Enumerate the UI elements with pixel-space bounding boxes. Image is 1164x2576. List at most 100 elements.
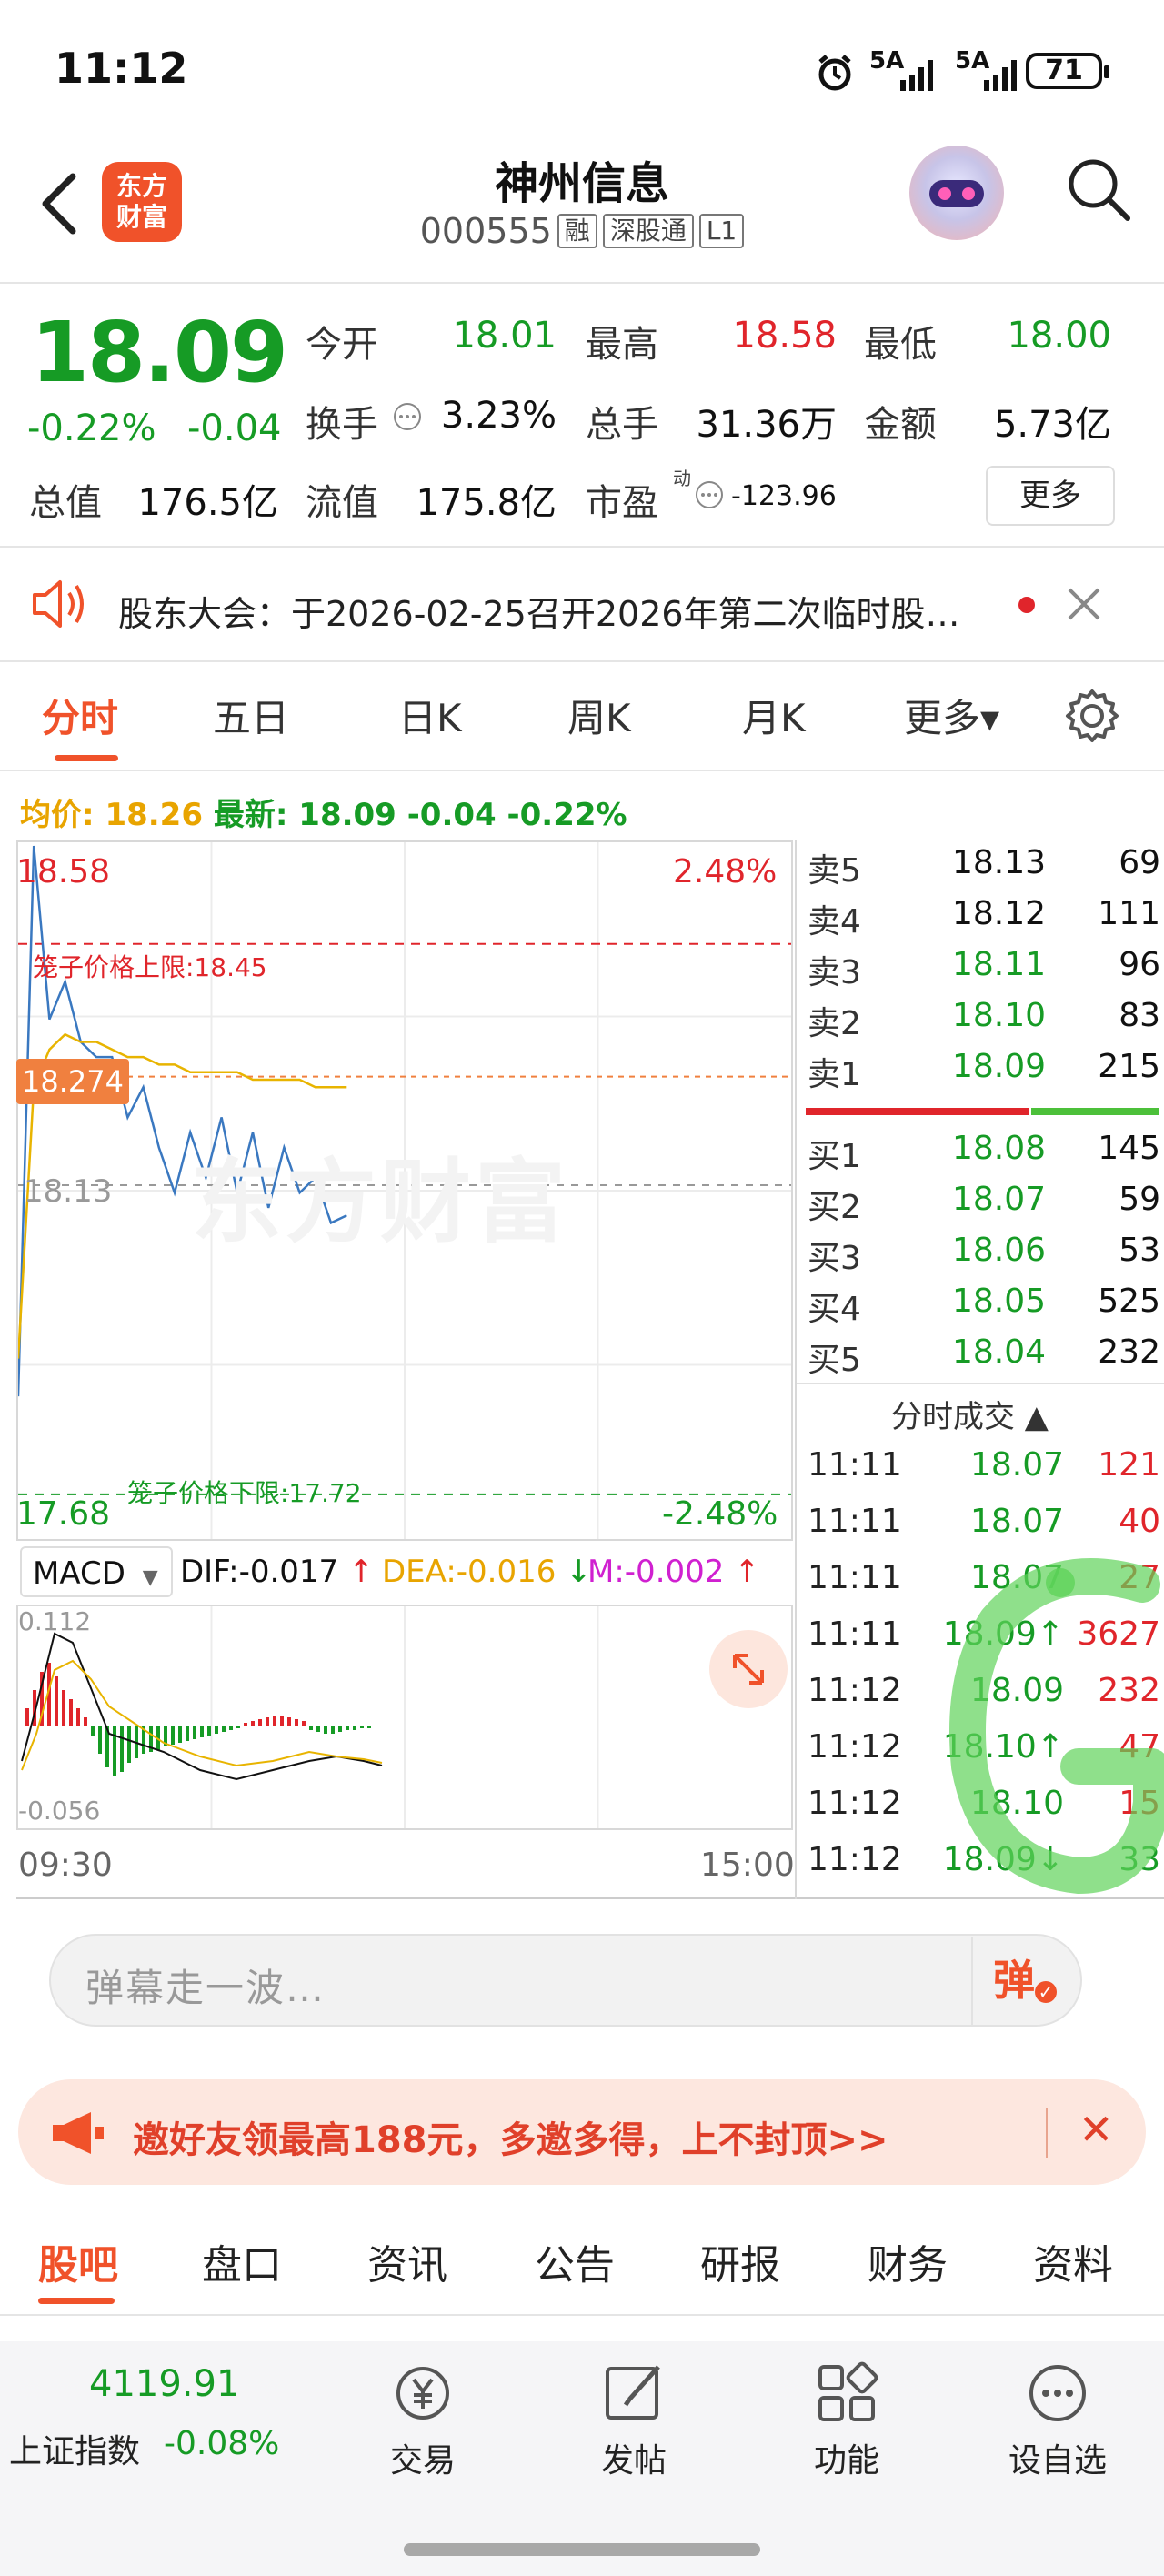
- divider: [797, 1383, 1164, 1384]
- bid-volume: 145: [1098, 1130, 1160, 1167]
- info-dots-icon[interactable]: [393, 402, 422, 431]
- check-icon: ✓: [1035, 1981, 1057, 2003]
- ask-level-label: 卖4: [808, 903, 861, 941]
- dock-trade-label[interactable]: 交易: [366, 2434, 480, 2481]
- post-edit-icon[interactable]: [602, 2361, 667, 2425]
- home-indicator[interactable]: [404, 2543, 760, 2556]
- tab-announcements[interactable]: 公告: [535, 2232, 615, 2290]
- bid-row[interactable]: 买2 18.07 59: [0, 1181, 1164, 1232]
- ask-price: 18.11: [951, 946, 1046, 983]
- tab-profile[interactable]: 资料: [1033, 2232, 1113, 2290]
- last-label: 最新:: [213, 797, 288, 833]
- floating-assistant-g-icon[interactable]: [942, 1557, 1164, 1903]
- tab-daily-k[interactable]: 日K: [398, 688, 462, 743]
- level-tag: L1: [698, 214, 745, 248]
- tab-weekly-k[interactable]: 周K: [567, 688, 631, 743]
- megaphone-icon: [53, 2112, 104, 2154]
- divider: [0, 546, 1164, 548]
- ask-row[interactable]: 卖2 18.10 83: [0, 997, 1164, 1048]
- last-value: 18.09: [298, 797, 396, 833]
- order-book: 卖5 18.13 69 卖4 18.12 111 卖3 18.11 96 卖2 …: [0, 840, 1164, 1386]
- trades-title[interactable]: 分时成交 ▲: [891, 1392, 1049, 1436]
- trade-row: 11:11 18.07 40: [0, 1503, 1164, 1554]
- speaker-icon: [33, 580, 84, 628]
- bid-row[interactable]: 买5 18.04 232: [0, 1333, 1164, 1384]
- buy-sell-ratio-bar-green: [1031, 1108, 1159, 1115]
- trade-yen-icon[interactable]: [386, 2361, 460, 2425]
- tab-more[interactable]: 更多▾: [904, 688, 999, 743]
- ask-row[interactable]: 卖5 18.13 69: [0, 844, 1164, 895]
- float-label: 流值: [306, 482, 378, 524]
- turnover-value: 3.23%: [440, 395, 557, 437]
- tab-monthly-k[interactable]: 月K: [742, 688, 806, 743]
- battery-indicator: 71: [1026, 53, 1109, 89]
- danmaku-send-label: 弹: [993, 1956, 1035, 2005]
- last-change-pct: -0.22%: [507, 797, 627, 833]
- divider: [0, 660, 1164, 662]
- banner-text: 邀好友领最高188元，多邀多得，上不封顶>>: [133, 2119, 888, 2161]
- bid-price: 18.07: [951, 1181, 1046, 1218]
- ask-row[interactable]: 卖3 18.11 96: [0, 946, 1164, 997]
- tab-research[interactable]: 研报: [700, 2232, 780, 2290]
- danmaku-send-button[interactable]: 弹 ✓: [973, 1939, 1077, 2021]
- tab-finance[interactable]: 财务: [868, 2232, 948, 2290]
- high-value: 18.58: [732, 315, 837, 357]
- index-value[interactable]: 4119.91: [89, 2363, 239, 2405]
- bid-price: 18.04: [951, 1333, 1046, 1371]
- tab-guba[interactable]: 股吧: [38, 2232, 118, 2290]
- dock-function-label[interactable]: 功能: [789, 2434, 904, 2481]
- danmaku-input[interactable]: 弹幕走一波…: [85, 1957, 326, 2013]
- info-dots-icon[interactable]: [695, 480, 724, 509]
- more-button[interactable]: 更多: [986, 466, 1115, 526]
- trade-time: 11:11: [808, 1503, 902, 1540]
- index-name[interactable]: 上证指数: [9, 2425, 140, 2472]
- tab-five-day[interactable]: 五日: [213, 688, 289, 743]
- amount-value: 5.73亿: [993, 404, 1111, 446]
- bid-row[interactable]: 买1 18.08 145: [0, 1130, 1164, 1181]
- assistant-robot-icon[interactable]: [909, 146, 1004, 240]
- clock: 11:12: [55, 44, 188, 93]
- more-dots-circle-icon[interactable]: [1026, 2361, 1089, 2425]
- bid-volume: 59: [1119, 1181, 1160, 1218]
- bid-row[interactable]: 买3 18.06 53: [0, 1232, 1164, 1283]
- function-grid-icon[interactable]: [815, 2361, 878, 2425]
- ask-volume: 96: [1119, 946, 1160, 983]
- notice-text[interactable]: 股东大会：于2026-02-25召开2026年第二次临时股东大会: [118, 586, 991, 636]
- bid-volume: 232: [1098, 1333, 1160, 1371]
- tab-intraday[interactable]: 分时: [42, 688, 118, 743]
- gear-icon[interactable]: [1064, 688, 1120, 744]
- avg-label: 均价:: [20, 797, 95, 833]
- amount-label: 金额: [864, 404, 937, 446]
- volume-label: 总手: [586, 404, 658, 446]
- mktcap-value: 176.5亿: [137, 482, 278, 524]
- tab-news[interactable]: 资讯: [367, 2232, 447, 2290]
- ask-volume: 69: [1119, 844, 1160, 881]
- ask-price: 18.12: [951, 895, 1046, 932]
- avg-price-line: 均价: 18.26 最新: 18.09 -0.04 -0.22%: [20, 790, 627, 834]
- bid-row[interactable]: 买4 18.05 525: [0, 1283, 1164, 1333]
- float-value: 175.8亿: [416, 482, 557, 524]
- trade-time: 11:11: [808, 1615, 902, 1653]
- trade-volume: 40: [1119, 1503, 1160, 1540]
- signal-bars-icon: [900, 60, 933, 91]
- trade-volume: 121: [1098, 1446, 1160, 1484]
- banner-close-icon[interactable]: ✕: [1079, 2105, 1114, 2154]
- dock-post-label[interactable]: 发帖: [577, 2434, 691, 2481]
- ask-row[interactable]: 卖1 18.09 215: [0, 1048, 1164, 1099]
- volume-value: 31.36万: [696, 404, 837, 446]
- index-change[interactable]: -0.08%: [164, 2425, 279, 2462]
- close-icon[interactable]: [1066, 586, 1102, 622]
- unread-dot: [1018, 597, 1035, 613]
- ask-level-label: 卖2: [808, 1005, 861, 1042]
- ask-row[interactable]: 卖4 18.12 111: [0, 895, 1164, 946]
- search-icon[interactable]: [1064, 155, 1133, 224]
- dock-add-watchlist-label[interactable]: 设自选: [1000, 2434, 1115, 2481]
- ask-volume: 215: [1098, 1048, 1160, 1085]
- divider: [0, 2314, 1164, 2316]
- turnover-label: 换手: [306, 404, 378, 446]
- bid-level-label: 买3: [808, 1240, 861, 1277]
- ask-price: 18.13: [951, 844, 1046, 881]
- ask-price: 18.09: [951, 1048, 1046, 1085]
- ask-level-label: 卖5: [808, 852, 861, 890]
- tab-pankou[interactable]: 盘口: [202, 2232, 282, 2290]
